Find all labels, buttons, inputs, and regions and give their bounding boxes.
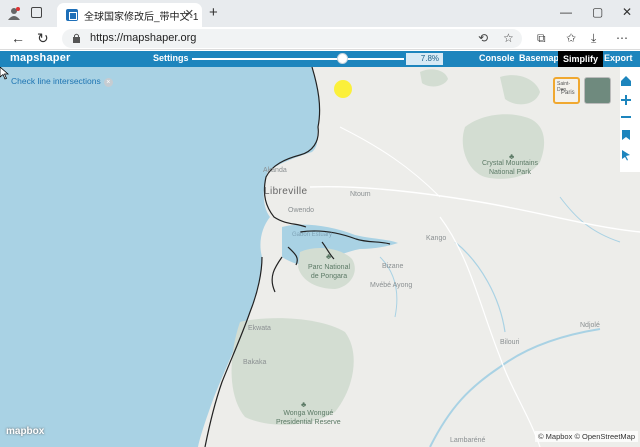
refresh-icon[interactable]: ↻ (37, 30, 49, 47)
maximize-button[interactable]: ▢ (592, 5, 603, 19)
park-icon-pongara: ♣ (326, 252, 332, 261)
favorites-icon[interactable]: ✩ (566, 31, 576, 45)
new-tab-button[interactable]: + (209, 4, 218, 21)
mapshaper-logo: mapshaper (10, 52, 71, 64)
star-icon[interactable]: ☆ (503, 31, 514, 45)
cursor-highlight (334, 80, 352, 98)
tab-title: 全球国家修改后_带中文-1 (84, 12, 199, 23)
label-crystal-mountains: Crystal Mountains National Park (482, 160, 539, 176)
label-bizane: Bizane (382, 263, 404, 270)
check-intersections-label[interactable]: Check line intersections (11, 76, 101, 86)
label-pongara: Parc National de Pongara (308, 264, 351, 280)
label-ntoum: Ntoum (350, 191, 371, 198)
settings-button[interactable]: Settings (153, 53, 189, 63)
basemap-button[interactable]: Basemap (519, 53, 559, 63)
basemap-street-thumbnail[interactable]: Saint-Den Paris (553, 77, 580, 104)
sidebar-icon[interactable] (31, 7, 42, 18)
browser-tab[interactable]: 全球国家修改后_带中文-1 ✕ (57, 3, 202, 27)
label-ekwata: Ekwata (248, 325, 271, 332)
more-icon[interactable]: ⋯ (616, 31, 628, 45)
road-3 (339, 126, 441, 198)
lock-icon (73, 33, 80, 43)
label-mvebe: Mvébé Ayong (370, 282, 413, 289)
tab-close-icon[interactable]: ✕ (185, 7, 194, 20)
mapshaper-header: mapshaper Settings 7.8% Console Basemap … (0, 51, 640, 67)
label-ndjole: Ndjolé (580, 322, 600, 329)
close-window-button[interactable]: ✕ (622, 5, 632, 19)
export-button[interactable]: Export (604, 53, 633, 63)
extensions-icon[interactable]: ⧉ (537, 31, 546, 46)
simplify-percent-field[interactable]: 7.8% (406, 53, 443, 65)
park-small (420, 69, 448, 87)
label-bilouri: Bilouri (500, 339, 520, 346)
url-text: https://mapshaper.org (90, 32, 197, 44)
download-icon[interactable]: ⤓ (591, 31, 596, 46)
basemap-svg: ♣ ♣ ♣ (0, 67, 640, 447)
simplify-slider-handle[interactable] (337, 53, 348, 64)
tab-favicon-icon (66, 9, 78, 21)
label-wonga-wongue: Wonga Wongué Presidential Reserve (276, 410, 341, 426)
simplify-slider-track[interactable] (192, 58, 404, 60)
park-crystal-north (500, 75, 540, 105)
park-icon-wonga: ♣ (301, 400, 307, 409)
label-akanda: Akanda (263, 167, 287, 174)
label-bakaka: Bakaka (243, 359, 267, 366)
zoom-in-icon[interactable] (620, 94, 632, 106)
check-intersections-link[interactable]: Check line intersections × (11, 76, 113, 87)
label-lambarene: Lambaréné (450, 437, 486, 444)
pointer-tool-icon[interactable] (620, 149, 632, 161)
close-icon[interactable]: × (103, 78, 113, 87)
profile-icon[interactable] (7, 6, 21, 20)
minimize-button[interactable]: — (560, 5, 572, 19)
label-kango: Kango (426, 235, 447, 242)
map-attribution[interactable]: © Mapbox © OpenStreetMap (535, 431, 638, 442)
label-libreville: Libreville (264, 186, 308, 197)
home-icon[interactable] (620, 75, 632, 87)
map-canvas[interactable]: ♣ ♣ ♣ Check line intersections × Librevil… (0, 67, 640, 447)
mapbox-logo[interactable]: mapbox (6, 426, 44, 437)
mouse-cursor-icon (0, 67, 9, 80)
console-button[interactable]: Console (479, 53, 515, 63)
river-1 (429, 328, 601, 447)
bookmark-icon[interactable] (620, 129, 632, 141)
translate-icon[interactable]: ⟲ (478, 31, 488, 45)
label-estuary: Gabon Estuary (292, 232, 333, 238)
back-icon[interactable]: ← (11, 30, 25, 46)
basemap-satellite-thumbnail[interactable] (584, 77, 611, 104)
zoom-out-icon[interactable] (620, 111, 632, 123)
thumb-street-label-2: Paris (561, 90, 575, 96)
url-field[interactable]: https://mapshaper.org (62, 29, 522, 48)
label-owendo: Owendo (288, 207, 315, 214)
simplify-button[interactable]: Simplify (558, 51, 604, 67)
road-2 (439, 216, 541, 447)
address-bar-row: ← ↻ https://mapshaper.org ⟲ ☆ ⧉ ✩ ⤓ ⋯ (0, 27, 640, 50)
browser-tab-bar: 全球国家修改后_带中文-1 ✕ + — ▢ ✕ (0, 0, 640, 27)
map-toolbar (620, 67, 640, 172)
